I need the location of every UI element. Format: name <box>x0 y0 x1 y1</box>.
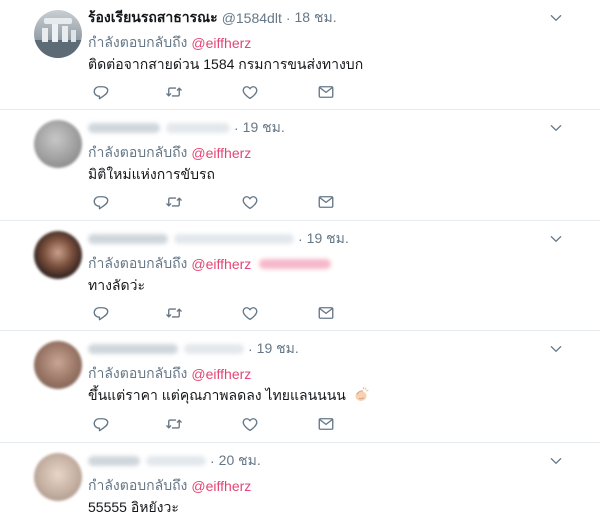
direct-message-icon[interactable] <box>317 193 335 211</box>
timestamp[interactable]: 18 ชม. <box>295 7 337 29</box>
tweet[interactable]: · 19 ชม. กำลังตอบกลับถึง @eiffherz ทางลั… <box>0 221 600 331</box>
tweet-text: ขึ้นแต่ราคา แต่คุณภาพลดลง ไทยแลนนนน <box>88 385 369 407</box>
tweet-header: · 19 ชม. <box>88 340 299 358</box>
display-name-redacted <box>88 456 140 466</box>
reply-prefix: กำลังตอบกลับถึง <box>88 477 188 493</box>
chevron-down-icon[interactable] <box>548 341 564 357</box>
tweet-header: ร้องเรียนรถสาธารณะ @1584dlt · 18 ชม. <box>88 9 337 27</box>
direct-message-icon[interactable] <box>317 83 335 101</box>
tweet-header: · 20 ชม. <box>88 452 261 470</box>
reply-icon[interactable] <box>92 193 110 211</box>
display-name-redacted <box>88 344 178 354</box>
chevron-down-icon[interactable] <box>548 10 564 26</box>
display-name-redacted <box>88 234 168 244</box>
username-redacted <box>146 456 206 466</box>
tweet[interactable]: · 19 ชม. กำลังตอบกลับถึง @eiffherz ขึ้นแ… <box>0 331 600 443</box>
reply-context: กำลังตอบกลับถึง @eiffherz <box>88 142 251 164</box>
tweet-actions <box>88 193 348 211</box>
retweet-icon[interactable] <box>165 193 183 211</box>
retweet-icon[interactable] <box>165 415 183 433</box>
direct-message-icon[interactable] <box>317 304 335 322</box>
like-icon[interactable] <box>241 193 259 211</box>
display-name[interactable]: ร้องเรียนรถสาธารณะ <box>88 7 218 29</box>
tweet-header: · 19 ชม. <box>88 119 285 137</box>
username-redacted <box>166 123 230 133</box>
like-icon[interactable] <box>241 83 259 101</box>
tweet[interactable]: · 20 ชม. กำลังตอบกลับถึง @eiffherz 55555… <box>0 443 600 520</box>
mention-link[interactable]: @eiffherz <box>191 35 251 51</box>
chevron-down-icon[interactable] <box>548 453 564 469</box>
avatar[interactable] <box>34 10 82 58</box>
tweet[interactable]: ร้องเรียนรถสาธารณะ @1584dlt · 18 ชม. กำล… <box>0 0 600 110</box>
mention-link[interactable]: @eiffherz <box>191 478 251 494</box>
reply-context: กำลังตอบกลับถึง @eiffherz <box>88 475 251 497</box>
reply-icon[interactable] <box>92 415 110 433</box>
like-icon[interactable] <box>241 415 259 433</box>
reply-context: กำลังตอบกลับถึง @eiffherz <box>88 253 332 275</box>
tweet-header: · 19 ชม. <box>88 230 349 248</box>
separator-dot: · <box>210 453 215 469</box>
username-redacted <box>174 234 294 244</box>
tweet-text: 55555 อิหยังวะ <box>88 499 179 515</box>
mention-link[interactable]: @eiffherz <box>191 256 251 272</box>
tweet-text: มิติใหม่แห่งการขับรถ <box>88 166 216 182</box>
username[interactable]: @1584dlt <box>222 10 282 26</box>
tweet-actions <box>88 304 348 322</box>
tweet-actions <box>88 83 348 101</box>
reply-prefix: กำลังตอบกลับถึง <box>88 365 188 381</box>
avatar[interactable] <box>34 120 82 168</box>
separator-dot: · <box>234 120 239 136</box>
timestamp[interactable]: 19 ชม. <box>307 228 349 250</box>
like-icon[interactable] <box>241 304 259 322</box>
reply-icon[interactable] <box>92 83 110 101</box>
retweet-icon[interactable] <box>165 83 183 101</box>
mention-link[interactable]: @eiffherz <box>191 366 251 382</box>
tweet-actions <box>88 415 348 433</box>
reply-prefix: กำลังตอบกลับถึง <box>88 144 188 160</box>
timestamp[interactable]: 19 ชม. <box>257 338 299 360</box>
mention-link[interactable]: @eiffherz <box>191 145 251 161</box>
reply-context: กำลังตอบกลับถึง @eiffherz <box>88 363 251 385</box>
chevron-down-icon[interactable] <box>548 231 564 247</box>
retweet-icon[interactable] <box>165 304 183 322</box>
chevron-down-icon[interactable] <box>548 120 564 136</box>
separator-dot: · <box>248 341 253 357</box>
tweet-text: ทางลัดว่ะ <box>88 277 145 293</box>
mention-redacted <box>259 259 332 269</box>
avatar[interactable] <box>34 231 82 279</box>
username-redacted <box>184 344 244 354</box>
tweet-text: ติดต่อจากสายด่วน 1584 กรมการขนส่งทางบก <box>88 56 364 72</box>
display-name-redacted <box>88 123 160 133</box>
avatar[interactable] <box>34 341 82 389</box>
reply-prefix: กำลังตอบกลับถึง <box>88 255 188 271</box>
timestamp[interactable]: 19 ชม. <box>243 117 285 139</box>
avatar[interactable] <box>34 453 82 501</box>
direct-message-icon[interactable] <box>317 415 335 433</box>
tweet[interactable]: · 19 ชม. กำลังตอบกลับถึง @eiffherz มิติใ… <box>0 110 600 221</box>
separator-dot: · <box>285 10 291 26</box>
reply-context: กำลังตอบกลับถึง @eiffherz <box>88 32 251 54</box>
reply-feed: ร้องเรียนรถสาธารณะ @1584dlt · 18 ชม. กำล… <box>0 0 600 520</box>
reply-icon[interactable] <box>92 304 110 322</box>
tweet-text-body: ขึ้นแต่ราคา แต่คุณภาพลดลง ไทยแลนนนน <box>88 387 346 403</box>
reply-prefix: กำลังตอบกลับถึง <box>88 34 188 50</box>
separator-dot: · <box>298 231 303 247</box>
timestamp[interactable]: 20 ชม. <box>219 450 261 472</box>
clapping-hands-icon <box>353 386 369 403</box>
